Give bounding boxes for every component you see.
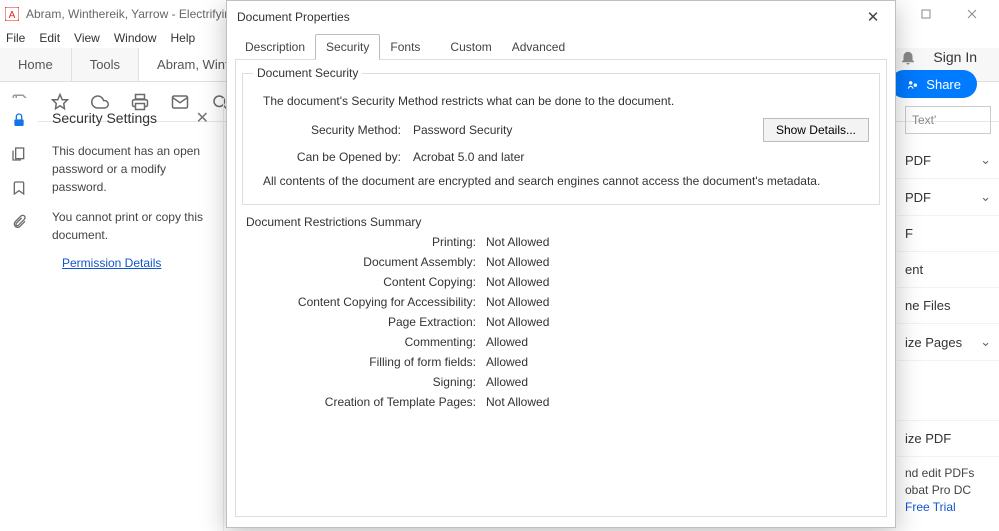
notification-bell-icon[interactable] xyxy=(899,48,917,66)
menu-window[interactable]: Window xyxy=(114,31,157,45)
pages-icon[interactable] xyxy=(11,146,27,162)
window-close-button[interactable] xyxy=(949,0,995,28)
security-method-value: Password Security xyxy=(413,123,763,137)
chevron-down-icon: ⌄ xyxy=(980,189,991,205)
security-sidepanel: Security Settings ✕ This document has an… xyxy=(38,98,224,531)
document-security-group: Document Security The document's Securit… xyxy=(242,66,880,205)
restrictions-list: Printing:Not AllowedDocument Assembly:No… xyxy=(236,235,886,409)
tab-advanced[interactable]: Advanced xyxy=(502,35,575,59)
restriction-row: Content Copying:Not Allowed xyxy=(236,275,886,289)
left-rail xyxy=(0,98,38,531)
document-properties-dialog: Document Properties ✕ Description Securi… xyxy=(226,0,896,528)
svg-text:A: A xyxy=(9,10,16,21)
right-tools-panel: Text' PDF⌄ PDF⌄ F ent ne Files ize Pages… xyxy=(897,98,999,531)
security-note: The document's Security Method restricts… xyxy=(263,92,869,110)
free-trial-link[interactable]: Free Trial xyxy=(905,500,956,514)
menu-file[interactable]: File xyxy=(6,31,25,45)
tab-home[interactable]: Home xyxy=(0,48,72,81)
search-input[interactable]: Text' xyxy=(905,106,991,134)
right-item-2[interactable]: F xyxy=(897,216,999,252)
restriction-row: Page Extraction:Not Allowed xyxy=(236,315,886,329)
dialog-tabs: Description Security Fonts Custom Advanc… xyxy=(227,33,895,59)
bookmark-icon[interactable] xyxy=(11,180,27,196)
restriction-key: Printing: xyxy=(236,235,486,249)
tab-tools[interactable]: Tools xyxy=(72,48,139,81)
sidepanel-text-1: This document has an open password or a … xyxy=(52,142,209,196)
promo-block: nd edit PDFs obat Pro DC Free Trial xyxy=(897,457,999,523)
restriction-value: Not Allowed xyxy=(486,295,549,309)
restriction-value: Not Allowed xyxy=(486,235,549,249)
dialog-close-button[interactable]: ✕ xyxy=(861,8,885,26)
right-item-7[interactable]: ize PDF xyxy=(897,421,999,457)
right-item-0[interactable]: PDF⌄ xyxy=(897,142,999,179)
tab-description[interactable]: Description xyxy=(235,35,315,59)
sidepanel-title: Security Settings xyxy=(52,110,157,126)
sidepanel-close-icon[interactable]: ✕ xyxy=(196,108,209,128)
restriction-key: Document Assembly: xyxy=(236,255,486,269)
restriction-value: Not Allowed xyxy=(486,395,549,409)
right-item-5[interactable]: ize Pages⌄ xyxy=(897,324,999,361)
opened-by-label: Can be Opened by: xyxy=(253,150,413,164)
attachment-icon[interactable] xyxy=(11,214,27,230)
restriction-key: Signing: xyxy=(236,375,486,389)
window-maximize-button[interactable] xyxy=(903,0,949,28)
right-item-spacer xyxy=(897,361,999,421)
restriction-row: Creation of Template Pages:Not Allowed xyxy=(236,395,886,409)
lock-icon[interactable] xyxy=(11,112,27,128)
chevron-down-icon: ⌄ xyxy=(980,152,991,168)
restrictions-heading: Document Restrictions Summary xyxy=(246,215,886,229)
opened-by-value: Acrobat 5.0 and later xyxy=(413,150,869,164)
tab-custom[interactable]: Custom xyxy=(440,35,501,59)
right-item-1[interactable]: PDF⌄ xyxy=(897,179,999,216)
permission-details-link[interactable]: Permission Details xyxy=(62,256,161,270)
restriction-value: Not Allowed xyxy=(486,315,549,329)
restriction-key: Commenting: xyxy=(236,335,486,349)
show-details-button[interactable]: Show Details... xyxy=(763,118,869,142)
group-legend: Document Security xyxy=(253,66,362,80)
menu-view[interactable]: View xyxy=(74,31,100,45)
dialog-title: Document Properties xyxy=(237,10,350,24)
menu-edit[interactable]: Edit xyxy=(39,31,60,45)
restriction-value: Not Allowed xyxy=(486,275,549,289)
restriction-row: Filling of form fields:Allowed xyxy=(236,355,886,369)
chevron-down-icon: ⌄ xyxy=(980,334,991,350)
security-method-label: Security Method: xyxy=(253,123,413,137)
restriction-value: Allowed xyxy=(486,335,528,349)
right-item-3[interactable]: ent xyxy=(897,252,999,288)
restriction-value: Not Allowed xyxy=(486,255,549,269)
restriction-key: Content Copying: xyxy=(236,275,486,289)
restriction-value: Allowed xyxy=(486,355,528,369)
restriction-row: Printing:Not Allowed xyxy=(236,235,886,249)
restriction-row: Commenting:Allowed xyxy=(236,335,886,349)
right-item-4[interactable]: ne Files xyxy=(897,288,999,324)
restriction-key: Filling of form fields: xyxy=(236,355,486,369)
restriction-value: Allowed xyxy=(486,375,528,389)
sign-in-link[interactable]: Sign In xyxy=(933,49,977,65)
restriction-row: Signing:Allowed xyxy=(236,375,886,389)
restriction-row: Content Copying for Accessibility:Not Al… xyxy=(236,295,886,309)
restriction-row: Document Assembly:Not Allowed xyxy=(236,255,886,269)
tab-security[interactable]: Security xyxy=(315,34,380,60)
sidepanel-text-2: You cannot print or copy this document. xyxy=(52,208,209,244)
restriction-key: Page Extraction: xyxy=(236,315,486,329)
app-icon: A xyxy=(4,6,20,22)
menu-help[interactable]: Help xyxy=(171,31,196,45)
restriction-key: Content Copying for Accessibility: xyxy=(236,295,486,309)
tab-fonts[interactable]: Fonts xyxy=(380,35,430,59)
restriction-key: Creation of Template Pages: xyxy=(236,395,486,409)
encryption-note: All contents of the document are encrypt… xyxy=(263,172,869,190)
